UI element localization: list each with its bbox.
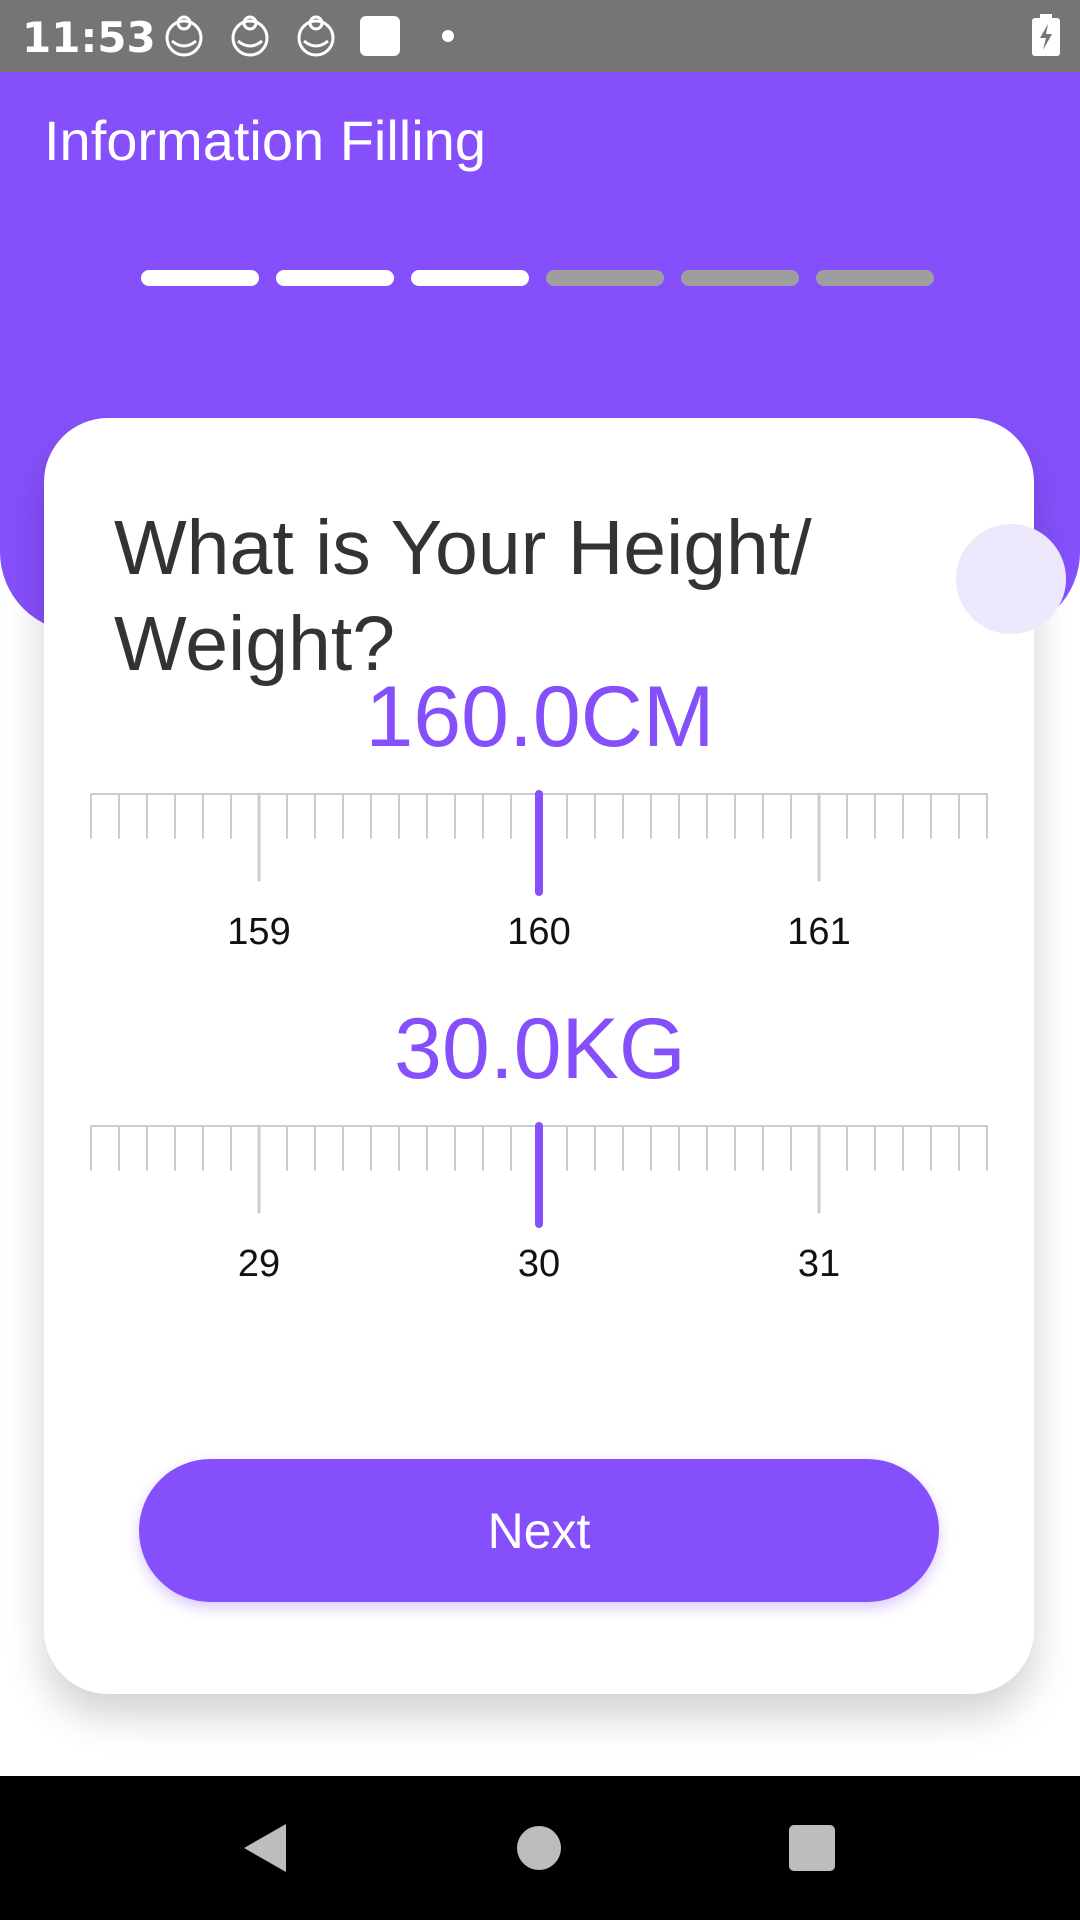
decorative-circle (956, 524, 1066, 634)
white-square-icon (360, 16, 400, 56)
progress-step-4 (546, 270, 664, 286)
next-button[interactable]: Next (139, 1459, 939, 1602)
page-title: Information Filling (44, 109, 486, 172)
step-progress-indicator (141, 270, 934, 288)
ruler-tick-label: 161 (787, 911, 850, 950)
battery-charging-icon (1032, 14, 1060, 56)
question-title: What is Your Height/ Weight? (114, 505, 812, 687)
ruler-tick-label: 159 (227, 911, 290, 950)
baby-app-icon (165, 15, 203, 57)
ruler-tick-label: 31 (798, 1243, 840, 1282)
dot-icon (442, 30, 454, 42)
status-time: 11:53 (22, 13, 156, 62)
navigation-bar (0, 1776, 1080, 1920)
weight-value: 30.0KG (394, 1001, 686, 1097)
progress-step-3 (411, 270, 529, 286)
baby-app-icon (297, 15, 335, 57)
ruler-tick-label: 29 (238, 1243, 280, 1282)
ruler-tick-label: 160 (507, 911, 570, 950)
recents-icon[interactable] (782, 1818, 842, 1878)
home-icon[interactable] (509, 1818, 569, 1878)
back-icon[interactable] (236, 1818, 296, 1878)
baby-app-icon (231, 15, 269, 57)
ruler-tick-label: 30 (518, 1243, 560, 1282)
status-bar: 11:53 (0, 0, 1080, 72)
weight-ruler[interactable]: 29 30 31 (0, 1112, 1080, 1282)
height-value: 160.0CM (365, 669, 715, 765)
progress-step-5 (681, 270, 799, 286)
progress-step-1 (141, 270, 259, 286)
progress-step-6 (816, 270, 934, 286)
progress-step-2 (276, 270, 394, 286)
height-ruler[interactable]: 159 160 161 (0, 780, 1080, 950)
